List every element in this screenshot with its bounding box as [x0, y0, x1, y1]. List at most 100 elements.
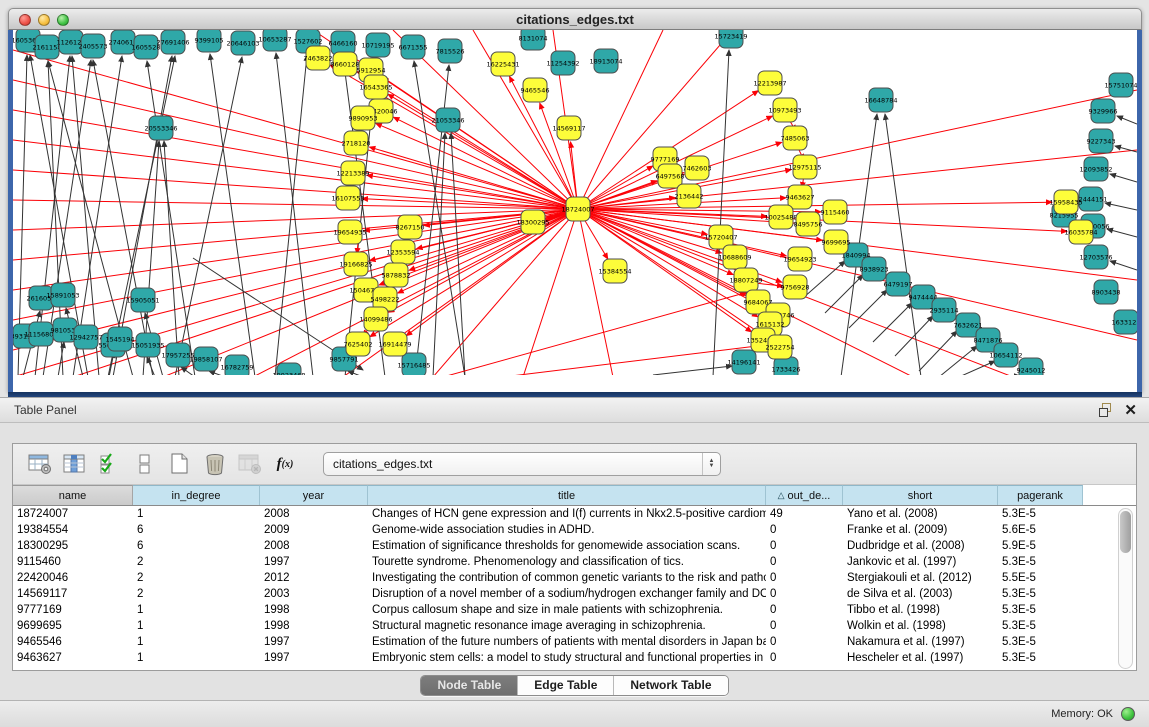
graph-node[interactable]: 8903438: [1092, 280, 1121, 304]
table-row[interactable]: 977716911998Corpus callosum shape and si…: [13, 602, 1136, 618]
table-cell[interactable]: 1: [133, 618, 260, 634]
table-cell[interactable]: 19384554: [13, 522, 133, 538]
table-cell[interactable]: 1998: [260, 602, 368, 618]
graph-node[interactable]: 20646103: [226, 31, 259, 55]
table-cell[interactable]: 2003: [260, 586, 368, 602]
table-cell[interactable]: 5.3E-5: [998, 586, 1083, 602]
table-cell[interactable]: 5.3E-5: [998, 554, 1083, 570]
table-row[interactable]: 969969511998Structural magnetic resonanc…: [13, 618, 1136, 634]
graph-edge[interactable]: [653, 366, 732, 375]
graph-edge[interactable]: [348, 371, 363, 375]
table-cell[interactable]: 0: [766, 522, 843, 538]
table-row[interactable]: 1872400712008Changes of HCN gene express…: [13, 506, 1136, 522]
zoom-window-button[interactable]: [57, 14, 69, 26]
citation-network-graph[interactable]: 1605361121611581126125240557327406141605…: [13, 30, 1137, 375]
graph-edge[interactable]: [713, 50, 729, 375]
graph-node[interactable]: 2405573: [79, 34, 108, 58]
minimize-window-button[interactable]: [38, 14, 50, 26]
table-cell[interactable]: Investigating the contribution of common…: [368, 570, 766, 586]
graph-node[interactable]: 19166825: [339, 252, 372, 276]
table-cell[interactable]: 22420046: [13, 570, 133, 586]
graph-node[interactable]: 15723419: [714, 30, 747, 48]
memory-status-indicator[interactable]: [1121, 707, 1135, 721]
table-cell[interactable]: 0: [766, 618, 843, 634]
graph-edge[interactable]: [849, 290, 887, 328]
graph-edge[interactable]: [1105, 203, 1137, 210]
table-cell[interactable]: 18300295: [13, 538, 133, 554]
graph-node[interactable]: 7485063: [781, 126, 810, 150]
table-cell[interactable]: 14569117: [13, 586, 133, 602]
column-header-title[interactable]: title: [368, 485, 766, 505]
table-cell[interactable]: Hescheler et al. (1997): [843, 650, 998, 666]
table-cell[interactable]: 5.3E-5: [998, 650, 1083, 666]
graph-node[interactable]: 16543365: [359, 75, 392, 99]
graph-node[interactable]: 2935114: [930, 298, 959, 322]
graph-node[interactable]: 16107553: [331, 186, 364, 210]
graph-edge[interactable]: [885, 114, 921, 375]
graph-node[interactable]: 7625402: [344, 332, 373, 356]
table-cell[interactable]: 9777169: [13, 602, 133, 618]
float-panel-icon[interactable]: [1099, 403, 1114, 418]
graph-node[interactable]: 2136442: [675, 184, 704, 208]
graph-node[interactable]: 10654112: [989, 343, 1022, 367]
tab-edge-table[interactable]: Edge Table: [518, 676, 614, 695]
graph-node[interactable]: 11254392: [546, 51, 579, 75]
graph-node[interactable]: 16648784: [864, 88, 897, 112]
graph-node[interactable]: 14099486: [359, 307, 392, 331]
graph-node[interactable]: 8495756: [794, 212, 823, 236]
table-cell[interactable]: de Silva et al. (2003): [843, 586, 998, 602]
graph-edge[interactable]: [919, 331, 957, 371]
tab-node-table[interactable]: Node Table: [421, 676, 518, 695]
graph-edge[interactable]: [147, 357, 155, 375]
graph-node[interactable]: 9756928: [781, 275, 810, 299]
graph-node[interactable]: 9245012: [1017, 358, 1046, 375]
graph-edge[interactable]: [578, 209, 613, 375]
graph-node[interactable]: 18300295: [516, 210, 549, 234]
graph-edge[interactable]: [443, 292, 748, 375]
graph-edge[interactable]: [895, 316, 933, 356]
table-cell[interactable]: 0: [766, 650, 843, 666]
graph-node[interactable]: 1733426: [772, 357, 801, 375]
column-header-out_de[interactable]: △out_de...: [766, 485, 843, 505]
graph-node[interactable]: 12353594: [386, 240, 419, 264]
table-cell[interactable]: 5.6E-5: [998, 522, 1083, 538]
delete-icon[interactable]: [202, 451, 228, 477]
graph-node[interactable]: 9465546: [521, 78, 550, 102]
column-header-pagerank[interactable]: pagerank: [998, 485, 1083, 505]
table-cell[interactable]: Genome-wide association studies in ADHD.: [368, 522, 766, 538]
graph-node[interactable]: 6466160: [329, 31, 358, 55]
table-cell[interactable]: 2008: [260, 506, 368, 522]
column-header-name[interactable]: name: [13, 485, 133, 505]
table-cell[interactable]: 2: [133, 586, 260, 602]
graph-edge[interactable]: [1110, 261, 1137, 270]
graph-node[interactable]: 21053346: [431, 108, 464, 132]
table-cell[interactable]: Estimation of significance thresholds fo…: [368, 538, 766, 554]
table-cell[interactable]: 2009: [260, 522, 368, 538]
graph-node[interactable]: 1545194: [106, 327, 135, 351]
table-cell[interactable]: 1997: [260, 634, 368, 650]
graph-edge[interactable]: [1107, 229, 1137, 237]
graph-node[interactable]: 6671355: [399, 35, 428, 59]
table-cell[interactable]: 5.5E-5: [998, 570, 1083, 586]
graph-node[interactable]: 9890953: [349, 106, 378, 130]
table-cell[interactable]: 0: [766, 570, 843, 586]
graph-edge[interactable]: [276, 53, 313, 375]
graph-node[interactable]: 18913074: [589, 49, 622, 73]
graph-node[interactable]: 1633123: [1112, 310, 1137, 334]
table-cell[interactable]: 1998: [260, 618, 368, 634]
graph-node[interactable]: 9399105: [195, 30, 224, 52]
table-cell[interactable]: 0: [766, 634, 843, 650]
graph-node[interactable]: 15905051: [126, 288, 159, 312]
table-cell[interactable]: 5.3E-5: [998, 634, 1083, 650]
table-cell[interactable]: Structural magnetic resonance image aver…: [368, 618, 766, 634]
table-cell[interactable]: Estimation of the future numbers of pati…: [368, 634, 766, 650]
graph-node[interactable]: 2522754: [766, 335, 795, 359]
graph-node[interactable]: 19654935: [333, 220, 366, 244]
table-row[interactable]: 1456911722003Disruption of a novel membe…: [13, 586, 1136, 602]
table-cell[interactable]: Tourette syndrome. Phenomenology and cla…: [368, 554, 766, 570]
graph-node[interactable]: 7462603: [683, 156, 712, 180]
table-cell[interactable]: 1: [133, 602, 260, 618]
table-cell[interactable]: 18724007: [13, 506, 133, 522]
table-cell[interactable]: 9463627: [13, 650, 133, 666]
new-document-icon[interactable]: [167, 451, 193, 477]
